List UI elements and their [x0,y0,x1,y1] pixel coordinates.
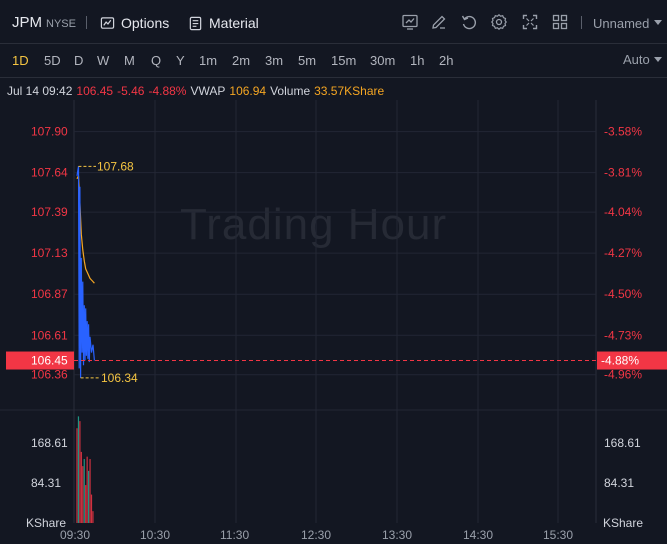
volume-bar [82,466,84,523]
time-tick-label: 15:30 [543,528,573,542]
volume-tick-label: 84.31 [31,476,61,490]
price-tick-label: 106.61 [31,328,68,342]
volume-bar [77,416,80,523]
time-tick-label: 11:30 [220,528,249,542]
volume-unit-label-right: KShare [603,516,643,530]
volume-bar [88,470,90,523]
volume-bar [89,459,91,523]
time-tick-label: 09:30 [60,528,90,542]
volume-bar [85,485,87,523]
percent-tick-label: -4.50% [604,287,642,301]
volume-bar [80,451,82,523]
price-line [76,166,95,378]
time-tick-label: 13:30 [382,528,412,542]
volume-bar [92,511,94,523]
volume-bar [86,456,88,523]
low-marker-label: 106.34 [101,371,138,385]
percent-tick-label: -3.81% [604,166,642,180]
price-tick-label: 106.36 [31,368,68,382]
time-tick-label: 14:30 [463,528,493,542]
price-tick-label: 107.90 [31,125,68,139]
volume-bar [83,459,85,523]
percent-tick-label: -4.04% [604,205,642,219]
percent-tick-label: -4.73% [604,328,642,342]
percent-tick-label: -4.27% [604,246,642,260]
price-tick-label: 107.64 [31,166,68,180]
intraday-chart[interactable]: 107.90 107.64 107.39 107.13 106.87 106.61 106.… [0,0,667,544]
price-tick-label: 107.39 [31,205,68,219]
percent-tick-label: -3.58% [604,125,642,139]
time-tick-label: 10:30 [140,528,170,542]
high-marker-label: 107.68 [97,159,134,173]
percent-tick-label: -4.96% [604,368,642,382]
time-tick-label: 12:30 [301,528,331,542]
volume-tick-label-right: 84.31 [604,476,634,490]
price-tick-label: 107.13 [31,246,68,260]
volume-bar [79,421,81,523]
volume-tick-label-right: 168.61 [604,436,641,450]
volume-bar [76,428,78,523]
current-price-badge-label: 106.45 [31,354,68,368]
volume-tick-label: 168.61 [31,436,68,450]
volume-bar [90,494,93,523]
price-tick-label: 106.87 [31,287,68,301]
current-percent-badge-label: -4.88% [601,354,639,368]
